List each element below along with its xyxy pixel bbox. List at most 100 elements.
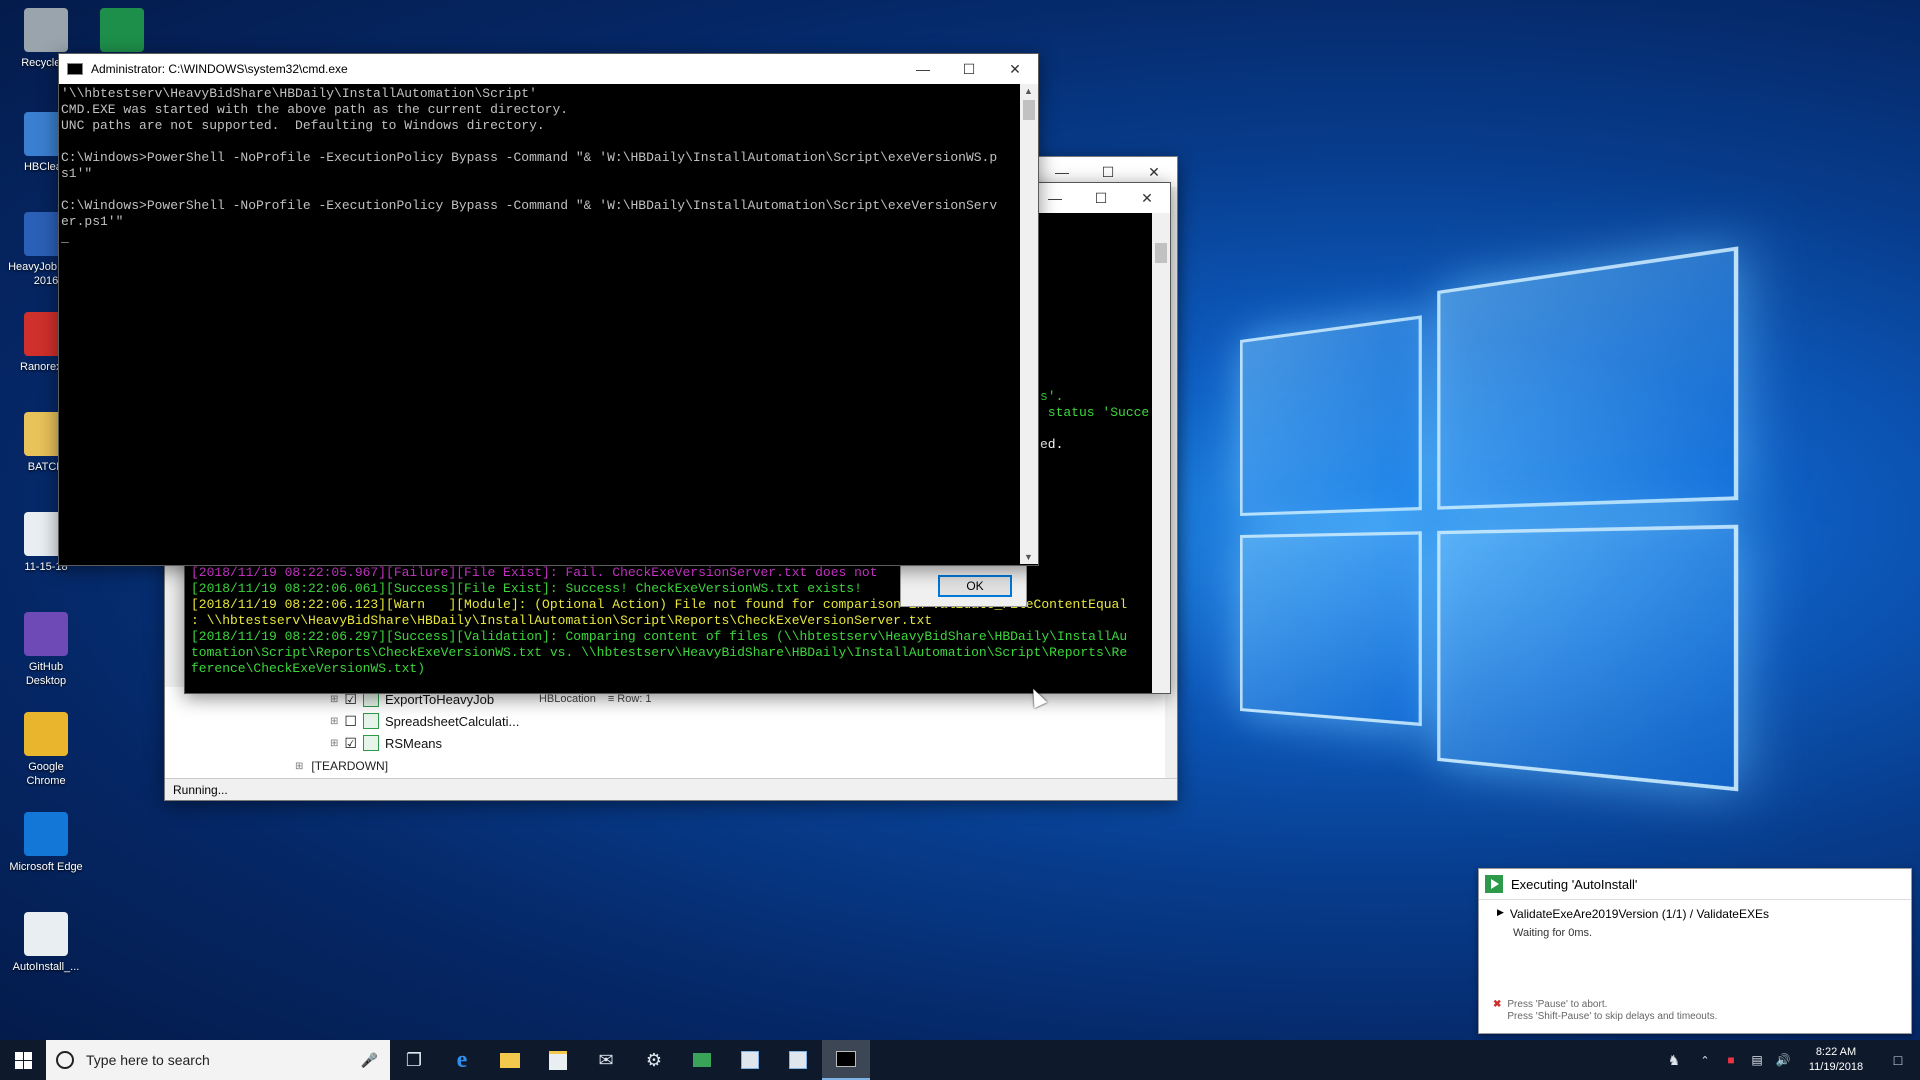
- file-explorer-icon[interactable]: [486, 1040, 534, 1080]
- security-alert-icon[interactable]: ■: [1718, 1040, 1744, 1080]
- chevron-up-icon[interactable]: ⌃: [1692, 1040, 1718, 1080]
- desktop-icon[interactable]: GitHub Desktop: [8, 612, 84, 688]
- hint-abort: Press 'Pause' to abort.: [1507, 999, 1608, 1010]
- cmd-line: [61, 182, 1016, 198]
- ranorex-taskbar-icon[interactable]: [678, 1040, 726, 1080]
- cmd-line: UNC paths are not supported. Defaulting …: [61, 118, 545, 133]
- tree-row[interactable]: ⊞ ☑ RSMeans: [330, 733, 533, 753]
- mail-icon[interactable]: ✉: [582, 1040, 630, 1080]
- search-placeholder: Type here to search: [86, 1052, 210, 1068]
- desktop-app-icon: [24, 8, 68, 52]
- tree-row-label: RSMeans: [384, 735, 443, 751]
- ok-button[interactable]: OK: [938, 575, 1012, 597]
- desktop-icon[interactable]: Google Chrome: [8, 712, 84, 788]
- action-center-icon[interactable]: □: [1876, 1040, 1920, 1080]
- minimize-icon[interactable]: —: [900, 54, 946, 84]
- cmd-icon: [67, 63, 83, 75]
- maximize-icon[interactable]: ☐: [1078, 183, 1124, 213]
- cmd-line: CMD.EXE was started with the above path …: [61, 102, 569, 117]
- log-line: : \\hbtestserv\HeavyBidShare\HBDaily\Ins…: [191, 613, 933, 628]
- log-line: tomation\Script\Reports\CheckExeVersionW…: [191, 645, 1128, 660]
- cmd-line: '\\hbtestserv\HeavyBidShare\HBDaily\Inst…: [61, 86, 537, 101]
- clock-date: 11/19/2018: [1808, 1061, 1864, 1073]
- desktop-app-icon: [24, 912, 68, 956]
- cmd-line: C:\Windows>PowerShell -NoProfile -Execut…: [61, 150, 998, 165]
- desktop-icon[interactable]: [84, 8, 160, 56]
- tree-row-label: SpreadsheetCalculati...: [384, 713, 520, 729]
- cmd-titlebar[interactable]: Administrator: C:\WINDOWS\system32\cmd.e…: [59, 54, 1038, 84]
- tree-row-teardown[interactable]: ⊞ [TEARDOWN]: [295, 759, 388, 773]
- maximize-icon[interactable]: ☐: [946, 54, 992, 84]
- desktop-app-icon: [100, 8, 144, 52]
- people-icon[interactable]: ♞: [1656, 1040, 1692, 1080]
- close-icon[interactable]: ✕: [1124, 183, 1170, 213]
- status-bar: Running...: [165, 778, 1177, 800]
- desktop-icon[interactable]: Microsoft Edge: [8, 812, 84, 874]
- taskbar: Type here to search 🎤 ❐ e ✉ ⚙ ♞ ⌃ ■ ▤ 🔊 …: [0, 1040, 1920, 1080]
- store-icon[interactable]: [534, 1040, 582, 1080]
- stop-icon[interactable]: ✖: [1493, 999, 1501, 1023]
- scroll-up-icon[interactable]: ▲: [1024, 86, 1033, 96]
- desktop-app-icon: [24, 712, 68, 756]
- desktop-app-icon: [24, 812, 68, 856]
- hint-skip: Press 'Shift-Pause' to skip delays and t…: [1507, 1011, 1718, 1022]
- network-icon[interactable]: ▤: [1744, 1040, 1770, 1080]
- progress-popup[interactable]: Executing 'AutoInstall' ▶ ValidateExeAre…: [1478, 868, 1912, 1034]
- microphone-icon[interactable]: 🎤: [361, 1052, 378, 1069]
- cmd-output[interactable]: '\\hbtestserv\HeavyBidShare\HBDaily\Inst…: [61, 86, 1016, 561]
- desktop-icon-label: Google Chrome: [26, 761, 66, 787]
- tree-row[interactable]: ⊞ ☐ SpreadsheetCalculati...: [330, 711, 533, 731]
- task-view-icon[interactable]: ❐: [390, 1040, 438, 1080]
- close-icon[interactable]: ✕: [992, 54, 1038, 84]
- log-line: ference\CheckExeVersionWS.txt): [191, 661, 426, 676]
- checkbox[interactable]: ☑: [344, 735, 357, 752]
- checkbox[interactable]: ☐: [344, 713, 357, 730]
- cmd-line: er.ps1'": [61, 214, 124, 229]
- taskbar-search[interactable]: Type here to search 🎤: [46, 1040, 390, 1080]
- desktop-icon[interactable]: AutoInstall_...: [8, 912, 84, 974]
- desktop-icon-label: GitHub Desktop: [25, 661, 67, 687]
- settings-gear-icon[interactable]: ⚙: [630, 1040, 678, 1080]
- desktop-icon-label: AutoInstall_...: [12, 961, 80, 973]
- expand-icon[interactable]: ⊞: [330, 694, 338, 705]
- cmd-line: s1'": [61, 166, 93, 181]
- expand-icon[interactable]: ⊞: [330, 716, 338, 727]
- cmd-scrollbar[interactable]: ▲ ▼: [1020, 84, 1038, 564]
- scrollbar-thumb[interactable]: [1155, 243, 1167, 263]
- clock-time: 8:22 AM: [1815, 1046, 1857, 1058]
- test-suite-tree: ⊞ ☑ ExportToHeavyJob HBLocation ≡ Row: 1 ⊞ ☐ Sp…: [165, 687, 1165, 779]
- progress-title: Executing 'AutoInstall': [1511, 876, 1638, 892]
- cmd-title: Administrator: C:\WINDOWS\system32\cmd.e…: [91, 62, 348, 76]
- progress-hints: ✖ Press 'Pause' to abort. Press 'Shift-P…: [1493, 999, 1717, 1023]
- log-line: [2018/11/19 08:22:06.297][Success][Valid…: [191, 629, 1128, 644]
- scrollbar-thumb[interactable]: [1023, 100, 1035, 120]
- progress-item-label: ValidateExeAre2019Version (1/1) / Valida…: [1509, 907, 1769, 921]
- scroll-down-icon[interactable]: ▼: [1024, 552, 1033, 562]
- desktop-icon-label: Microsoft Edge: [9, 861, 83, 873]
- expand-icon[interactable]: ⊞: [330, 738, 338, 749]
- play-icon: [1485, 875, 1503, 893]
- clock[interactable]: 8:22 AM 11/19/2018: [1796, 1045, 1876, 1075]
- windows-logo-wallpaper: [1240, 246, 1805, 877]
- edge-taskbar-icon[interactable]: e: [438, 1040, 486, 1080]
- app-window-icon[interactable]: [726, 1040, 774, 1080]
- cmd-line: C:\Windows>PowerShell -NoProfile -Execut…: [61, 198, 998, 213]
- app-window-icon-2[interactable]: [774, 1040, 822, 1080]
- module-icon: [362, 735, 379, 751]
- start-button[interactable]: [0, 1040, 46, 1080]
- cmd-taskbar-icon[interactable]: [822, 1040, 870, 1080]
- cortana-icon: [56, 1051, 74, 1069]
- windows-start-icon: [14, 1051, 32, 1069]
- progress-item: ▶ ValidateExeAre2019Version (1/1) / Vali…: [1497, 907, 1769, 921]
- console-scrollbar[interactable]: [1152, 213, 1170, 693]
- cmd-line: _: [61, 230, 69, 245]
- desktop-app-icon: [24, 612, 68, 656]
- cmd-window[interactable]: Administrator: C:\WINDOWS\system32\cmd.e…: [58, 53, 1039, 566]
- progress-waiting: Waiting for 0ms.: [1513, 927, 1593, 939]
- console-partial-output: s'. status 'Succe ed.: [1040, 389, 1150, 453]
- teardown-label: [TEARDOWN]: [311, 759, 389, 773]
- expand-icon[interactable]: ⊞: [295, 761, 303, 772]
- volume-icon[interactable]: 🔊: [1770, 1040, 1796, 1080]
- console-line: status 'Succe: [1040, 405, 1150, 420]
